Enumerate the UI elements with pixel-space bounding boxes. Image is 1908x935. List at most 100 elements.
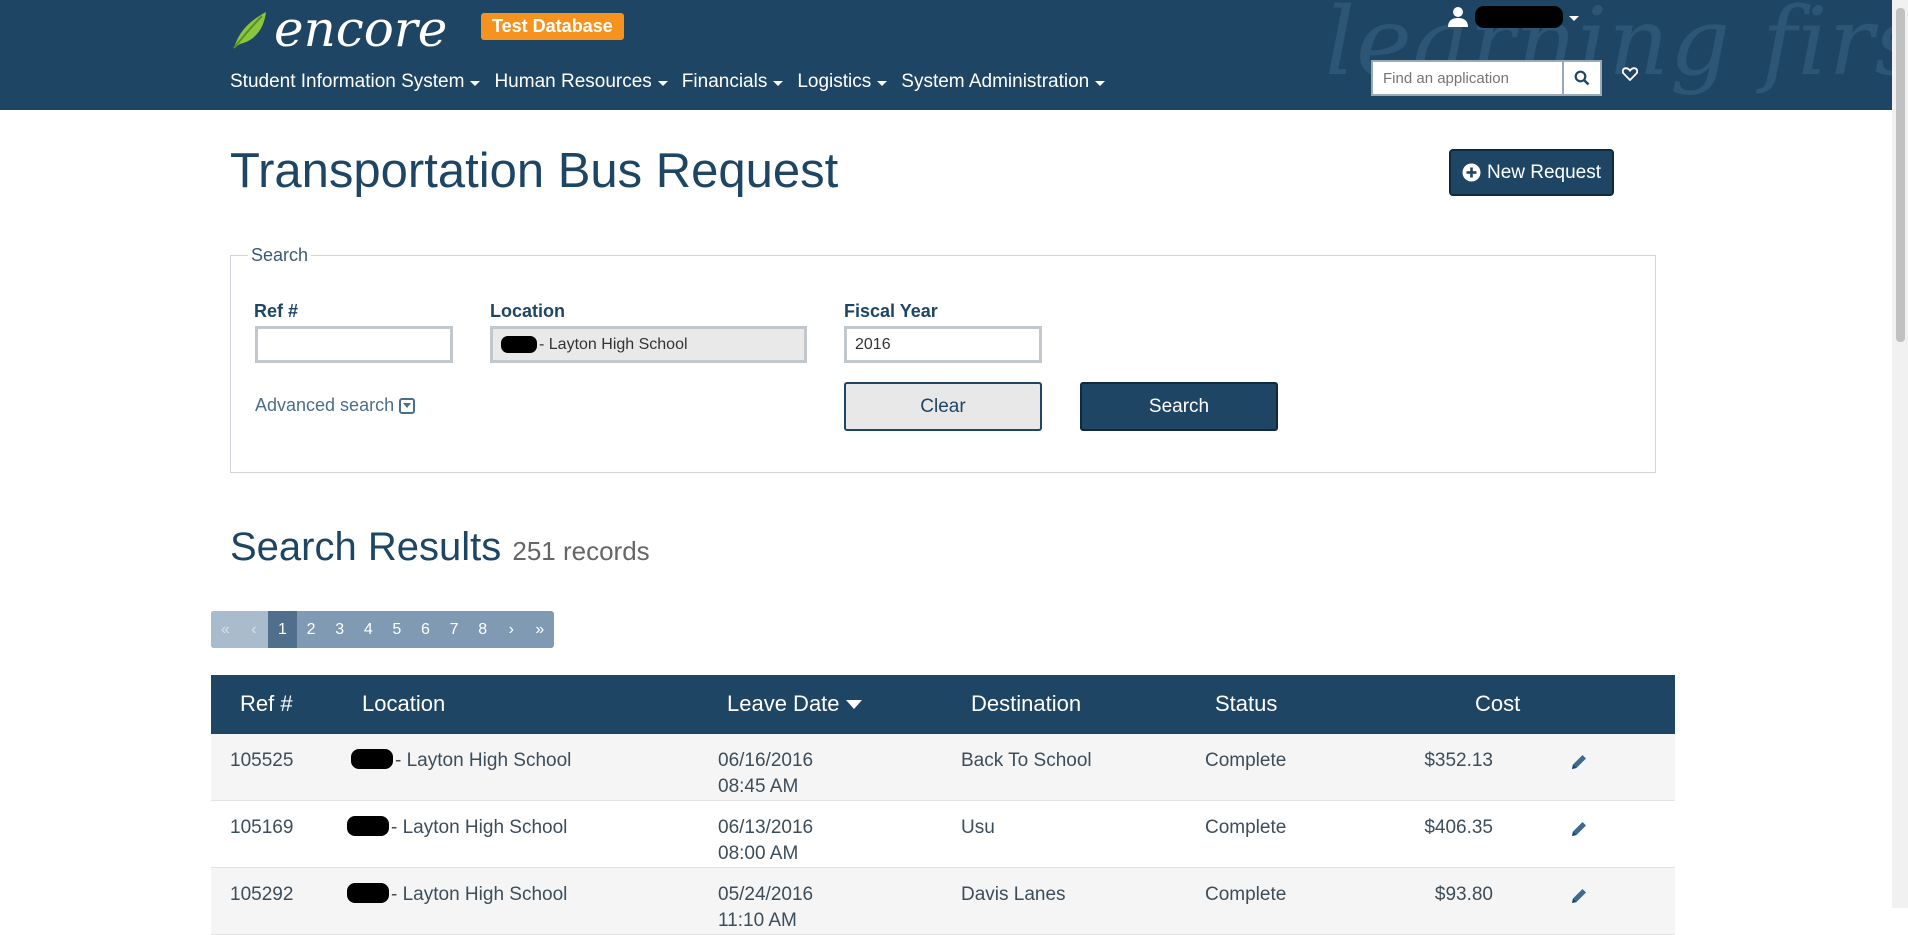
cell-status: Complete (1205, 817, 1287, 838)
cell-date: 06/13/2016 (718, 817, 814, 838)
caret-down-icon (1569, 15, 1579, 21)
cell-leave-date: 05/24/2016 11:10 AM (718, 882, 813, 934)
advanced-search-label: Advanced search (255, 395, 395, 415)
page-3[interactable]: 3 (325, 611, 354, 648)
main-nav: Student Information System Human Resourc… (230, 71, 1106, 93)
search-results-heading: Search Results 251 records (230, 525, 650, 570)
results-title: Search Results (230, 525, 502, 569)
nav-label: Human Resources (494, 71, 652, 92)
cell-cost: $406.35 (1424, 817, 1493, 838)
redacted-location-code (501, 336, 537, 353)
cell-date: 05/24/2016 (718, 884, 814, 905)
cell-location: - Layton High School (351, 748, 571, 774)
nav-student-information-system[interactable]: Student Information System (230, 71, 481, 93)
new-request-label: New Request (1486, 161, 1602, 183)
app-search (1371, 60, 1602, 96)
header-destination[interactable]: Destination (971, 691, 1081, 717)
table-row[interactable]: 105525 - Layton High School 06/16/2016 08… (211, 734, 1675, 801)
expand-icon (399, 397, 416, 414)
cell-location-text: - Layton High School (395, 750, 572, 771)
page-7[interactable]: 7 (440, 611, 469, 648)
location-value: - Layton High School (539, 335, 688, 353)
redacted-location-code (347, 816, 389, 836)
header-status[interactable]: Status (1215, 691, 1277, 717)
page-6[interactable]: 6 (411, 611, 440, 648)
location-input[interactable]: - Layton High School (490, 326, 807, 363)
clear-button[interactable]: Clear (844, 382, 1042, 431)
header-ref[interactable]: Ref # (240, 691, 293, 717)
cell-time: 08:00 AM (718, 843, 799, 864)
fiscal-year-input[interactable]: 2016 (844, 326, 1042, 363)
page-prev[interactable]: ‹ (239, 611, 269, 648)
search-legend: Search (248, 245, 312, 266)
search-panel: Search Ref # Location - Layton High Scho… (230, 245, 1656, 473)
pagination: « ‹ 1 2 3 4 5 6 7 8 › » (211, 611, 555, 648)
nav-system-administration[interactable]: System Administration (901, 71, 1106, 93)
cell-destination: Davis Lanes (961, 884, 1066, 905)
new-request-button[interactable]: New Request (1449, 149, 1614, 196)
caret-down-icon (1095, 80, 1106, 86)
table-header: Ref # Location Leave Date Destination St… (211, 675, 1675, 734)
page-scrollbar[interactable] (1892, 0, 1908, 908)
plus-circle-icon (1462, 163, 1481, 182)
cell-cost: $93.80 (1434, 884, 1493, 905)
header-location[interactable]: Location (362, 691, 445, 717)
ref-input[interactable] (255, 326, 453, 363)
header-cost[interactable]: Cost (1475, 691, 1520, 717)
favorites-button[interactable] (1621, 67, 1639, 86)
page-4[interactable]: 4 (354, 611, 383, 648)
search-button[interactable]: Search (1080, 382, 1278, 431)
cell-date: 06/16/2016 (718, 750, 814, 771)
caret-down-icon (657, 80, 668, 86)
caret-down-icon (877, 80, 888, 86)
scrollbar-thumb[interactable] (1896, 8, 1905, 342)
caret-down-icon (773, 80, 784, 86)
nav-human-resources[interactable]: Human Resources (494, 71, 668, 93)
fiscal-year-label: Fiscal Year (844, 301, 938, 321)
cell-destination: Back To School (961, 750, 1092, 771)
header-leave-date-label: Leave Date (727, 691, 840, 716)
page-8[interactable]: 8 (468, 611, 497, 648)
nav-logistics[interactable]: Logistics (797, 71, 888, 93)
user-icon (1448, 7, 1468, 27)
top-navbar: learning first encore Test Database Stud… (0, 0, 1892, 110)
pencil-icon[interactable] (1569, 886, 1589, 906)
cell-location-text: - Layton High School (391, 817, 568, 838)
sort-desc-icon (845, 699, 862, 709)
redacted-location-code (351, 749, 393, 769)
cell-leave-date: 06/13/2016 08:00 AM (718, 815, 813, 867)
redacted-location-code (347, 883, 389, 903)
leaf-icon (233, 12, 266, 49)
heart-icon (1621, 67, 1639, 82)
app-search-button[interactable] (1564, 60, 1602, 96)
results-table: Ref # Location Leave Date Destination St… (211, 675, 1675, 935)
logo-text: encore (274, 0, 448, 58)
cell-ref: 105292 (230, 884, 294, 905)
cell-leave-date: 06/16/2016 08:45 AM (718, 748, 813, 800)
page-first[interactable]: « (211, 611, 240, 648)
page-5[interactable]: 5 (383, 611, 412, 648)
table-row[interactable]: 105292 - Layton High School 05/24/2016 11… (211, 868, 1675, 935)
cell-destination: Usu (961, 817, 995, 838)
cell-ref: 105525 (230, 750, 294, 771)
cell-time: 11:10 AM (718, 910, 797, 931)
cell-status: Complete (1205, 884, 1287, 905)
nav-financials[interactable]: Financials (682, 71, 784, 93)
page-last[interactable]: » (526, 611, 555, 648)
cell-location: - Layton High School (347, 882, 567, 908)
redacted-username (1475, 6, 1563, 28)
pencil-icon[interactable] (1569, 752, 1589, 772)
header-leave-date[interactable]: Leave Date (727, 691, 862, 717)
nav-label: Student Information System (230, 71, 465, 92)
table-row[interactable]: 105169 - Layton High School 06/13/2016 08… (211, 801, 1675, 868)
cell-ref: 105169 (230, 817, 294, 838)
caret-down-icon (470, 80, 481, 86)
user-menu[interactable] (1447, 6, 1579, 28)
page-1[interactable]: 1 (268, 611, 297, 648)
app-search-input[interactable] (1371, 60, 1564, 96)
page-2[interactable]: 2 (297, 611, 326, 648)
page-next[interactable]: › (497, 611, 526, 648)
encore-logo[interactable]: encore (228, 4, 447, 54)
pencil-icon[interactable] (1569, 819, 1589, 839)
advanced-search-link[interactable]: Advanced search (255, 395, 416, 416)
